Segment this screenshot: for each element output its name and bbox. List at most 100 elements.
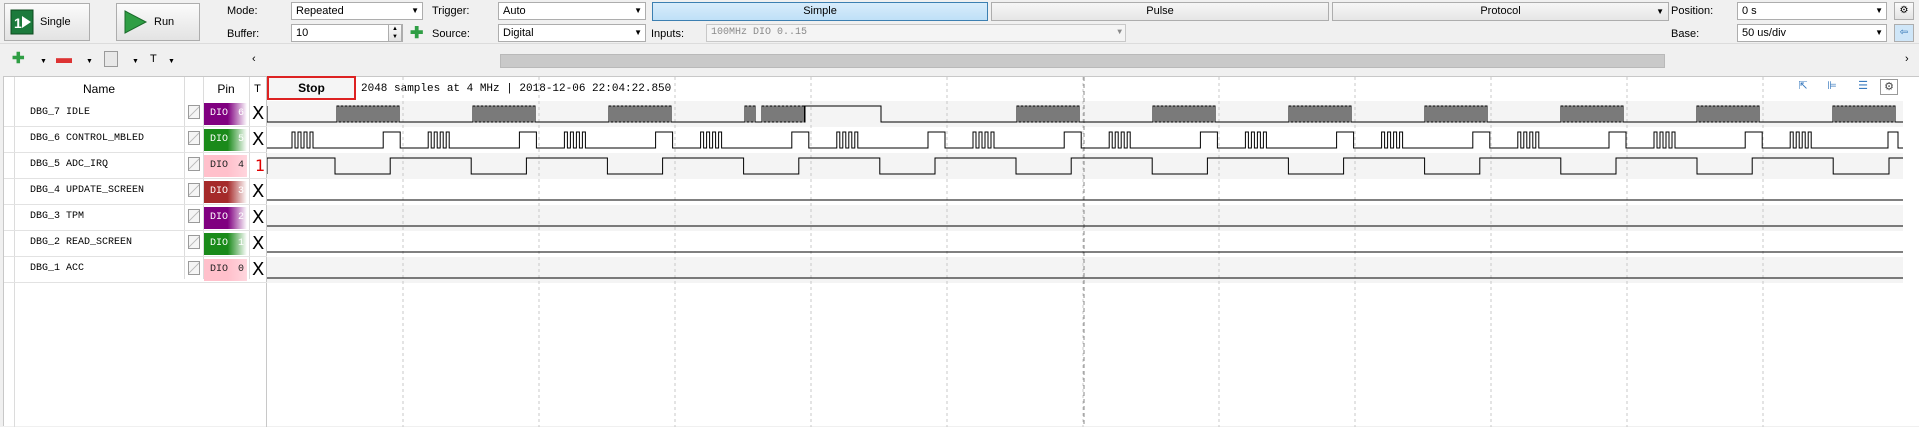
buffer-label: Buffer: <box>227 28 260 40</box>
pin-number: 0 <box>237 264 244 275</box>
pin-badge[interactable]: DIO 3 <box>204 181 247 203</box>
pin-number: 2 <box>237 212 244 223</box>
tab-simple-label: Simple <box>803 5 837 17</box>
pin-label: DIO <box>210 134 229 145</box>
trace-panel: Name Pin T Stop 2048 samples at 4 MHz | … <box>3 76 1919 427</box>
note-icon[interactable] <box>188 183 200 197</box>
buffer-value: 10 <box>296 27 309 39</box>
trigger-column-header[interactable]: T <box>249 77 266 101</box>
note-icon[interactable] <box>188 261 200 275</box>
pin-badge[interactable]: DIO 4 <box>204 155 247 177</box>
base-value: 50 us/div <box>1742 27 1787 39</box>
chevron-down-icon: ▼ <box>634 28 642 37</box>
chevron-down-icon: ▼ <box>634 6 642 15</box>
channel-row[interactable]: DBG_3 TPM DIO 2 X <box>4 205 270 231</box>
channel-row[interactable]: DBG_1 ACC DIO 0 X <box>4 257 270 283</box>
horizontal-scrollbar[interactable] <box>500 54 1665 68</box>
pin-number: 4 <box>237 160 244 171</box>
text-icon[interactable]: T <box>150 51 157 67</box>
tab-pulse[interactable]: Pulse <box>991 2 1329 21</box>
add-channel-icon[interactable]: ✚ <box>12 51 25 67</box>
channel-row[interactable]: DBG_7 IDLE DIO 6 X <box>4 101 270 127</box>
base-label: Base: <box>1671 28 1700 40</box>
mode-label: Mode: <box>227 5 258 17</box>
trigger-value: Auto <box>503 5 526 17</box>
trigger-condition[interactable]: X <box>252 127 264 152</box>
row-background <box>267 205 1903 231</box>
pin-number: 1 <box>237 238 244 249</box>
channel-row[interactable]: DBG_2 READ_SCREEN DIO 1 X <box>4 231 270 257</box>
scroll-right-icon[interactable]: › <box>1905 51 1909 67</box>
pin-badge[interactable]: DIO 5 <box>204 129 247 151</box>
chevron-down-icon: ▼ <box>1875 28 1883 37</box>
chevron-down-icon: ▼ <box>1656 7 1664 16</box>
tab-protocol[interactable]: Protocol ▼ <box>1332 2 1669 21</box>
channel-row[interactable]: DBG_5 ADC_IRQ DIO 4 1 <box>4 153 270 179</box>
mode-select[interactable]: Repeated ▼ <box>291 2 423 20</box>
gear-icon: ⚙ <box>1899 5 1909 16</box>
note-icon[interactable] <box>104 51 118 67</box>
pin-label: DIO <box>210 160 229 171</box>
source-value: Digital <box>503 27 534 39</box>
single-button[interactable]: 1 Single <box>4 3 90 41</box>
pin-badge[interactable]: DIO 6 <box>204 103 247 125</box>
note-icon[interactable] <box>188 105 200 119</box>
trigger-condition[interactable]: X <box>252 179 264 204</box>
trigger-condition[interactable]: X <box>252 231 264 256</box>
pin-badge[interactable]: DIO 2 <box>204 207 247 229</box>
name-column-header[interactable]: Name <box>14 77 184 101</box>
back-arrow-button[interactable]: ⇦ <box>1894 24 1914 42</box>
channel-name: DBG_5 ADC_IRQ <box>30 159 109 170</box>
chevron-down-icon[interactable]: ▼ <box>86 54 93 70</box>
row-background <box>267 231 1903 257</box>
channel-name: DBG_1 ACC <box>30 263 85 274</box>
pin-label: DIO <box>210 108 229 119</box>
channel-name: DBG_7 IDLE <box>30 107 91 118</box>
scroll-left-icon[interactable]: ‹ <box>252 51 256 67</box>
row-background <box>267 179 1903 205</box>
base-select[interactable]: 50 us/div ▼ <box>1737 24 1887 42</box>
top-toolbar: 1 Single Run Mode: Repeated ▼ Buffer: 1 0 … <box>0 0 1919 44</box>
remove-channel-icon[interactable]: ▬ <box>56 51 72 67</box>
pin-column-header[interactable]: Pin <box>203 77 249 101</box>
position-label: Position: <box>1671 5 1714 17</box>
pin-label: DIO <box>210 212 229 223</box>
note-icon[interactable] <box>188 157 200 171</box>
note-icon[interactable] <box>188 235 200 249</box>
trigger-condition[interactable]: X <box>252 205 264 230</box>
channel-name: DBG_2 READ_SCREEN <box>30 237 133 248</box>
gear-button[interactable]: ⚙ <box>1894 2 1914 20</box>
pin-number: 6 <box>237 108 244 119</box>
position-select[interactable]: 0 s ▼ <box>1737 2 1887 20</box>
pin-badge[interactable]: DIO 1 <box>204 233 247 255</box>
run-button[interactable]: Run <box>116 3 200 41</box>
run-icon <box>124 10 148 34</box>
note-icon[interactable] <box>188 131 200 145</box>
trigger-select[interactable]: Auto ▼ <box>498 2 646 20</box>
chevron-down-icon[interactable]: ▼ <box>40 54 47 70</box>
pin-number: 5 <box>237 134 244 145</box>
channel-row[interactable]: DBG_6 CONTROL_MBLED DIO 5 X <box>4 127 270 153</box>
pin-label: DIO <box>210 238 229 249</box>
trigger-condition[interactable]: X <box>252 257 264 282</box>
channel-row[interactable]: DBG_4 UPDATE_SCREEN DIO 3 X <box>4 179 270 205</box>
tab-simple[interactable]: Simple <box>652 2 988 21</box>
pin-badge[interactable]: DIO 0 <box>204 259 247 281</box>
source-select[interactable]: Digital ▼ <box>498 24 646 42</box>
tab-pulse-label: Pulse <box>1146 5 1174 17</box>
trigger-condition[interactable]: 1 <box>255 153 265 178</box>
buffer-spinner[interactable]: ▲ ▼ <box>388 24 402 42</box>
add-icon[interactable]: ✚ <box>410 23 423 43</box>
note-icon[interactable] <box>188 209 200 223</box>
chevron-down-icon[interactable]: ▼ <box>132 54 139 70</box>
row-background <box>267 257 1903 283</box>
source-label: Source: <box>432 28 470 40</box>
buffer-input[interactable]: 10 <box>291 24 403 42</box>
tab-protocol-label: Protocol <box>1480 5 1521 17</box>
chevron-down-icon[interactable]: ▼ <box>168 54 175 70</box>
waveform-area[interactable] <box>267 77 1903 427</box>
row-background <box>267 127 1903 153</box>
svg-text:1: 1 <box>14 15 22 31</box>
inputs-label: Inputs: <box>651 28 685 40</box>
trigger-condition[interactable]: X <box>252 101 264 126</box>
